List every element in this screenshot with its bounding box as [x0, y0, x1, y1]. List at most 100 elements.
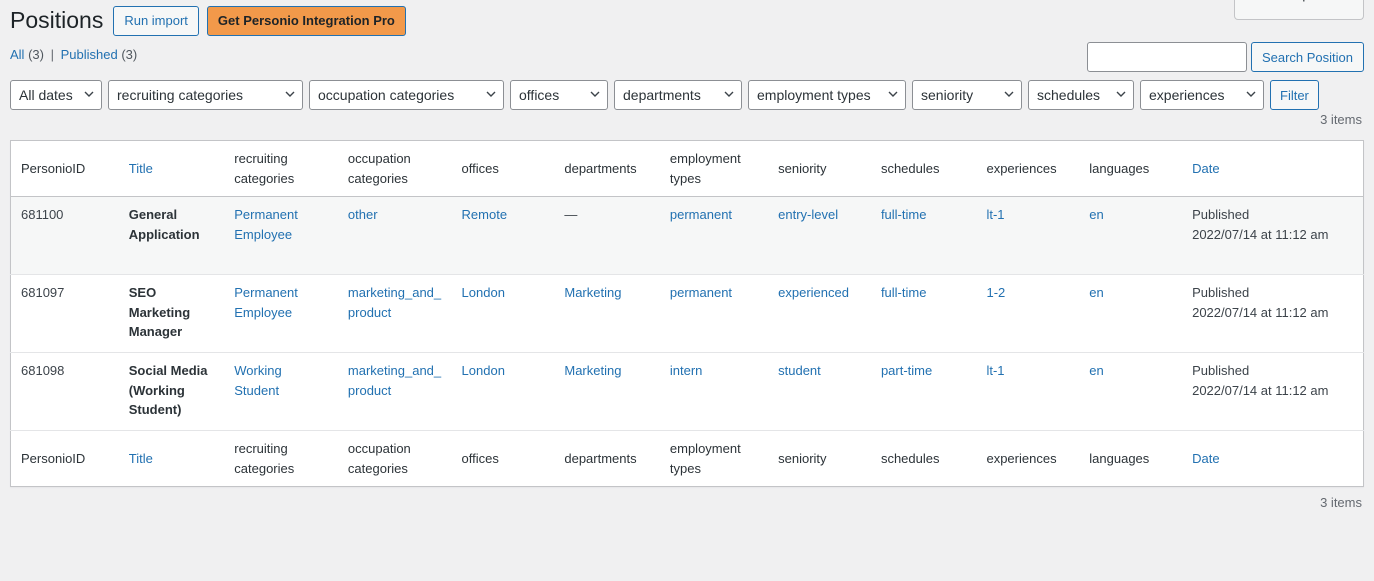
- cell-offices[interactable]: Remote: [452, 197, 555, 275]
- filter-recruiting-categories[interactable]: recruiting categories: [108, 80, 303, 110]
- cell-languages-link[interactable]: en: [1089, 363, 1103, 378]
- filter-submit-button[interactable]: Filter: [1270, 80, 1319, 110]
- column-header-title-label[interactable]: Title: [129, 161, 153, 176]
- table-header-row: PersonioID Title recruiting categories o…: [10, 140, 1364, 197]
- cell-recruiting-categories[interactable]: Permanent Employee: [224, 275, 338, 353]
- filter-occupation-categories-select[interactable]: occupation categories: [309, 80, 504, 110]
- cell-occupation-categories[interactable]: other: [338, 197, 452, 275]
- cell-experiences-link[interactable]: lt-1: [986, 207, 1004, 222]
- column-footer-date-label[interactable]: Date: [1192, 451, 1219, 466]
- filter-offices-select[interactable]: offices: [510, 80, 608, 110]
- cell-employment-types[interactable]: permanent: [660, 275, 768, 353]
- cell-departments[interactable]: Marketing: [554, 353, 660, 431]
- cell-seniority-link[interactable]: student: [778, 363, 821, 378]
- cell-schedules[interactable]: full-time: [871, 275, 977, 353]
- cell-seniority[interactable]: experienced: [768, 275, 871, 353]
- filter-experiences-select[interactable]: experiences: [1140, 80, 1264, 110]
- cell-occupation-categories[interactable]: marketing_and_product: [338, 353, 452, 431]
- filter-employment-types-select[interactable]: employment types: [748, 80, 906, 110]
- cell-offices[interactable]: London: [452, 275, 555, 353]
- cell-experiences[interactable]: lt-1: [976, 197, 1079, 275]
- cell-departments-link[interactable]: Marketing: [564, 363, 621, 378]
- cell-offices[interactable]: London: [452, 353, 555, 431]
- cell-title[interactable]: Social Media (Working Student): [119, 353, 225, 431]
- filter-all-dates[interactable]: All dates: [10, 80, 102, 110]
- column-footer-title-label[interactable]: Title: [129, 451, 153, 466]
- filter-all-dates-select[interactable]: All dates: [10, 80, 102, 110]
- cell-languages[interactable]: en: [1079, 275, 1182, 353]
- column-header-schedules-label: schedules: [880, 160, 940, 176]
- column-footer-date[interactable]: Date: [1182, 430, 1364, 487]
- view-link-all[interactable]: All (3) |: [10, 42, 57, 68]
- table-row[interactable]: 681097 SEO Marketing Manager Permanent E…: [10, 275, 1364, 353]
- cell-experiences-link[interactable]: lt-1: [986, 363, 1004, 378]
- cell-schedules-link[interactable]: full-time: [881, 207, 927, 222]
- view-link-published[interactable]: Published (3): [61, 42, 138, 68]
- filter-offices[interactable]: offices: [510, 80, 608, 110]
- cell-seniority-link[interactable]: entry-level: [778, 207, 838, 222]
- cell-languages-link[interactable]: en: [1089, 285, 1103, 300]
- cell-employment-types-link[interactable]: permanent: [670, 285, 732, 300]
- column-header-date[interactable]: Date: [1182, 140, 1364, 197]
- cell-offices-link[interactable]: London: [462, 285, 505, 300]
- filter-occupation-categories[interactable]: occupation categories: [309, 80, 504, 110]
- search-position-button[interactable]: Search Position: [1250, 42, 1364, 72]
- column-footer-offices-label: offices: [461, 450, 499, 466]
- cell-recruiting-categories[interactable]: Permanent Employee: [224, 197, 338, 275]
- column-header-date-label[interactable]: Date: [1192, 161, 1219, 176]
- filter-employment-types[interactable]: employment types: [748, 80, 906, 110]
- column-footer-departments-label: departments: [564, 450, 637, 466]
- run-import-button[interactable]: Run import: [113, 6, 199, 36]
- filter-departments-select[interactable]: departments: [614, 80, 742, 110]
- cell-occupation-categories[interactable]: marketing_and_product: [338, 275, 452, 353]
- cell-schedules[interactable]: part-time: [871, 353, 977, 431]
- view-link-all-label[interactable]: All: [10, 47, 24, 62]
- cell-title-text: Social Media (Working Student): [128, 363, 208, 417]
- cell-languages[interactable]: en: [1079, 197, 1182, 275]
- cell-experiences[interactable]: lt-1: [976, 353, 1079, 431]
- filter-departments[interactable]: departments: [614, 80, 742, 110]
- cell-experiences[interactable]: 1-2: [976, 275, 1079, 353]
- cell-schedules-link[interactable]: full-time: [881, 285, 927, 300]
- cell-date-status: Published: [1192, 363, 1250, 378]
- cell-departments[interactable]: Marketing: [554, 275, 660, 353]
- cell-employment-types-link[interactable]: permanent: [670, 207, 732, 222]
- cell-title[interactable]: General Application: [119, 197, 225, 275]
- filter-seniority-select[interactable]: seniority: [912, 80, 1022, 110]
- cell-departments-link[interactable]: Marketing: [564, 285, 621, 300]
- table-row[interactable]: 681100 General Application Permanent Emp…: [10, 196, 1364, 275]
- cell-recruiting-categories-link[interactable]: Permanent Employee: [234, 285, 298, 320]
- cell-schedules[interactable]: full-time: [871, 197, 977, 275]
- cell-recruiting-categories-link[interactable]: Working Student: [234, 363, 281, 398]
- cell-occupation-categories-link[interactable]: marketing_and_product: [348, 363, 441, 398]
- filter-seniority[interactable]: seniority: [912, 80, 1022, 110]
- cell-seniority[interactable]: entry-level: [768, 197, 871, 275]
- filter-schedules[interactable]: schedules: [1028, 80, 1134, 110]
- get-personio-integration-pro-button[interactable]: Get Personio Integration Pro: [206, 6, 406, 36]
- cell-recruiting-categories-link[interactable]: Permanent Employee: [234, 207, 298, 242]
- filter-recruiting-categories-select[interactable]: recruiting categories: [108, 80, 303, 110]
- cell-schedules-link[interactable]: part-time: [881, 363, 932, 378]
- cell-languages-link[interactable]: en: [1089, 207, 1103, 222]
- table-row[interactable]: 681098 Social Media (Working Student) Wo…: [10, 353, 1364, 431]
- cell-employment-types[interactable]: permanent: [660, 197, 768, 275]
- column-header-title[interactable]: Title: [118, 140, 225, 197]
- cell-recruiting-categories[interactable]: Working Student: [224, 353, 338, 431]
- cell-employment-types[interactable]: intern: [660, 353, 768, 431]
- filter-schedules-select[interactable]: schedules: [1028, 80, 1134, 110]
- cell-title[interactable]: SEO Marketing Manager: [119, 275, 225, 353]
- search-input[interactable]: [1086, 42, 1247, 72]
- cell-occupation-categories-link[interactable]: other: [348, 207, 378, 222]
- view-link-published-label[interactable]: Published: [61, 47, 118, 62]
- cell-employment-types-link[interactable]: intern: [670, 363, 703, 378]
- cell-offices-link[interactable]: London: [462, 363, 505, 378]
- cell-occupation-categories-link[interactable]: marketing_and_product: [348, 285, 441, 320]
- cell-seniority[interactable]: student: [768, 353, 871, 431]
- cell-experiences-link[interactable]: 1-2: [986, 285, 1005, 300]
- filter-experiences[interactable]: experiences: [1140, 80, 1264, 110]
- column-footer-title[interactable]: Title: [118, 430, 225, 487]
- cell-offices-link[interactable]: Remote: [462, 207, 508, 222]
- screen-options-button[interactable]: Screen Options ▼: [1234, 0, 1364, 20]
- cell-seniority-link[interactable]: experienced: [778, 285, 849, 300]
- cell-languages[interactable]: en: [1079, 353, 1182, 431]
